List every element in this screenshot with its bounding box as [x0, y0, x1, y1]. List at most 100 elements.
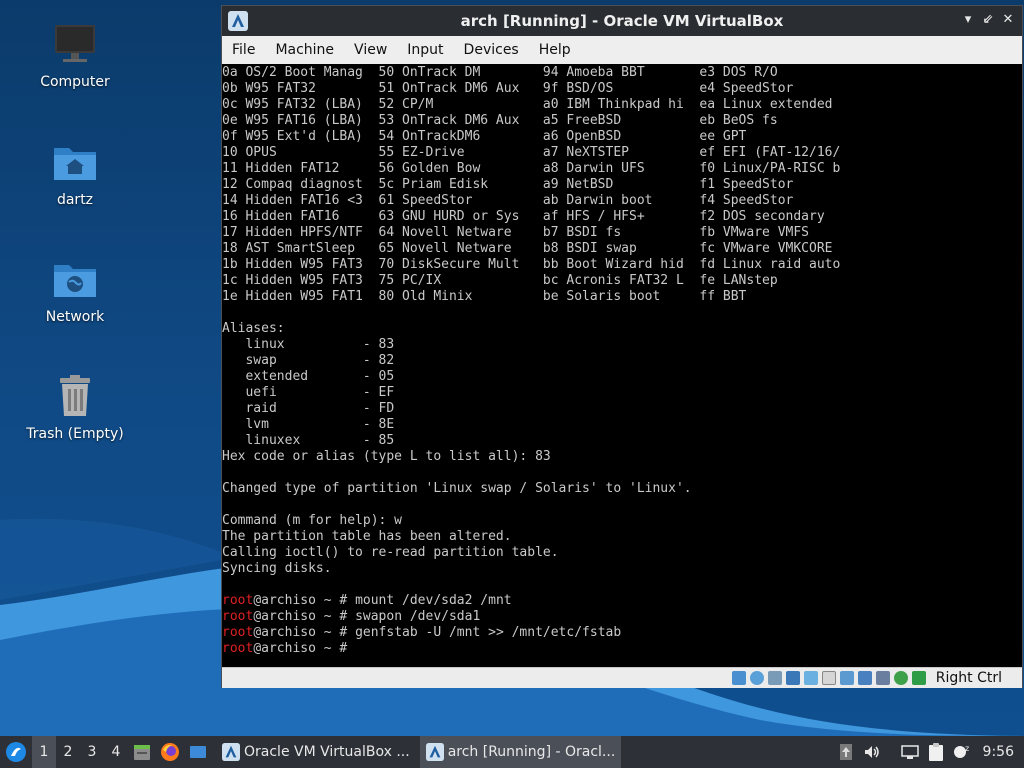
- menu-help[interactable]: Help: [529, 42, 581, 58]
- window-titlebar[interactable]: arch [Running] - Oracle VM VirtualBox ▾ …: [222, 6, 1022, 36]
- prompt-line: root@archiso ~ #: [222, 641, 1022, 657]
- close-icon[interactable]: ✕: [1000, 12, 1016, 28]
- terminal-line: 0f W95 Ext'd (LBA) 54 OnTrackDM6 a6 Open…: [222, 129, 747, 144]
- virtualbox-icon: [425, 743, 444, 761]
- firefox-icon: [161, 743, 179, 761]
- clock[interactable]: 9:56: [975, 744, 1024, 760]
- shared-folders-icon[interactable]: [821, 671, 836, 685]
- menu-machine[interactable]: Machine: [265, 42, 344, 58]
- terminal-line: Calling ioctl() to re-read partition tab…: [222, 545, 559, 560]
- task-virtualbox-manager[interactable]: Oracle VM VirtualBox ...: [216, 736, 416, 768]
- tray-updates[interactable]: [833, 736, 859, 768]
- menu-file[interactable]: File: [222, 42, 265, 58]
- launcher-show-desktop[interactable]: [184, 736, 212, 768]
- terminal-line: 0e W95 FAT16 (LBA) 53 OnTrack DM6 Aux a5…: [222, 113, 778, 128]
- hard-disk-icon[interactable]: [731, 671, 746, 685]
- terminal-line: 12 Compaq diagnost 5c Priam Edisk a9 Net…: [222, 177, 794, 192]
- tray-notifications[interactable]: z: [949, 736, 975, 768]
- task-label: arch [Running] - Oracl...: [447, 744, 616, 760]
- terminal-line: Syncing disks.: [222, 561, 332, 576]
- terminal-line: linuxex - 85: [222, 433, 395, 448]
- terminal-line: 14 Hidden FAT16 <3 61 SpeedStor ab Darwi…: [222, 193, 794, 208]
- desktop-icon-label: Network: [45, 309, 105, 325]
- command-text: mount /dev/sda2 /mnt: [355, 593, 512, 608]
- terminal-line: 0a OS/2 Boot Manag 50 OnTrack DM 94 Amoe…: [222, 65, 778, 80]
- workspace-3[interactable]: 3: [80, 736, 104, 768]
- tray-network[interactable]: [897, 736, 923, 768]
- cpu-icon[interactable]: [875, 671, 890, 685]
- desktop-icon-computer[interactable]: Computer: [10, 20, 140, 90]
- prompt-user: root: [222, 641, 254, 656]
- svg-text:z: z: [965, 744, 969, 753]
- window-title: arch [Running] - Oracle VM VirtualBox: [460, 12, 784, 30]
- command-text: swapon /dev/sda1: [355, 609, 481, 624]
- video-capture-icon[interactable]: [857, 671, 872, 685]
- terminal-line: 16 Hidden FAT16 63 GNU HURD or Sys af HF…: [222, 209, 825, 224]
- desktop-icon-network[interactable]: Network: [10, 255, 140, 325]
- prompt-line: root@archiso ~ # mount /dev/sda2 /mnt: [222, 593, 1022, 609]
- terminal-line: 1e Hidden W95 FAT1 80 Old Minix be Solar…: [222, 289, 747, 304]
- network-folder-icon: [54, 265, 96, 297]
- launcher-firefox[interactable]: [156, 736, 184, 768]
- prompt-host: @archiso ~ #: [253, 609, 356, 624]
- terminal-line: 1c Hidden W95 FAT3 75 PC/IX bc Acronis F…: [222, 273, 778, 288]
- notification-icon: z: [953, 744, 969, 758]
- terminal-line: extended - 05: [222, 369, 395, 384]
- menu-devices[interactable]: Devices: [454, 42, 529, 58]
- terminal-line: Aliases:: [222, 321, 285, 336]
- terminal-line: linux - 83: [222, 337, 395, 352]
- menu-view[interactable]: View: [344, 42, 397, 58]
- trash-icon: [60, 375, 90, 416]
- prompt-line: root@archiso ~ # swapon /dev/sda1: [222, 609, 1022, 625]
- desktop-icon-home[interactable]: dartz: [10, 138, 140, 208]
- terminal-line: 17 Hidden HPFS/NTF 64 Novell Netware b7 …: [222, 225, 809, 240]
- task-label: Oracle VM VirtualBox ...: [244, 744, 410, 760]
- workspace-4[interactable]: 4: [104, 736, 128, 768]
- home-folder-icon: [54, 148, 96, 180]
- prompt-host: @archiso ~ #: [253, 641, 356, 656]
- menu-input[interactable]: Input: [397, 42, 453, 58]
- prompt-host: @archiso ~ #: [253, 593, 356, 608]
- terminal-line: uefi - EF: [222, 385, 395, 400]
- task-arch-vm[interactable]: arch [Running] - Oracl...: [419, 736, 622, 768]
- network-adapter-icon[interactable]: [785, 671, 800, 685]
- prompt-user: root: [222, 625, 254, 640]
- workspace-2[interactable]: 2: [56, 736, 80, 768]
- show-desktop-icon: [190, 746, 206, 758]
- tray-volume[interactable]: [859, 736, 885, 768]
- volume-icon: [864, 746, 879, 758]
- vm-console[interactable]: 0a OS/2 Boot Manag 50 OnTrack DM 94 Amoe…: [222, 64, 1022, 667]
- prompt-user: root: [222, 609, 254, 624]
- menu-bar: File Machine View Input Devices Help: [222, 36, 1022, 64]
- start-menu-button[interactable]: [0, 736, 32, 768]
- terminal-line: lvm - 8E: [222, 417, 395, 432]
- terminal-line: Hex code or alias (type L to list all): …: [222, 449, 551, 464]
- virtualbox-icon: [222, 743, 240, 761]
- terminal-line: 18 AST SmartSleep 65 Novell Netware b8 B…: [222, 241, 833, 256]
- virtualbox-app-icon: [228, 11, 248, 31]
- display-icon[interactable]: [839, 671, 854, 685]
- system-tray: z 9:56: [833, 736, 1024, 768]
- terminal-line: swap - 82: [222, 353, 395, 368]
- usb-icon[interactable]: [803, 671, 818, 685]
- minimize-icon[interactable]: ▾: [960, 12, 976, 28]
- launcher-file-manager[interactable]: [128, 736, 156, 768]
- terminal-line: 0b W95 FAT32 51 OnTrack DM6 Aux 9f BSD/O…: [222, 81, 794, 96]
- command-text: genfstab -U /mnt >> /mnt/etc/fstab: [355, 625, 622, 640]
- desktop-icon-trash[interactable]: Trash (Empty): [10, 372, 140, 442]
- desktop-icon-label: Computer: [40, 74, 110, 90]
- mouse-integration-icon[interactable]: [893, 671, 908, 685]
- keyboard-capture-icon[interactable]: [911, 671, 926, 685]
- audio-icon[interactable]: [767, 671, 782, 685]
- terminal-line: 10 OPUS 55 EZ-Drive a7 NeXTSTEP ef EFI (…: [222, 145, 841, 160]
- optical-drive-icon[interactable]: [749, 671, 764, 685]
- restore-icon[interactable]: ⇙: [980, 12, 996, 28]
- tray-clipboard[interactable]: [923, 736, 949, 768]
- status-bar: Right Ctrl: [222, 667, 1022, 688]
- taskbar: 1 2 3 4 Oracle VM VirtualBox ... arch [R…: [0, 736, 1024, 768]
- workspace-1[interactable]: 1: [32, 736, 56, 768]
